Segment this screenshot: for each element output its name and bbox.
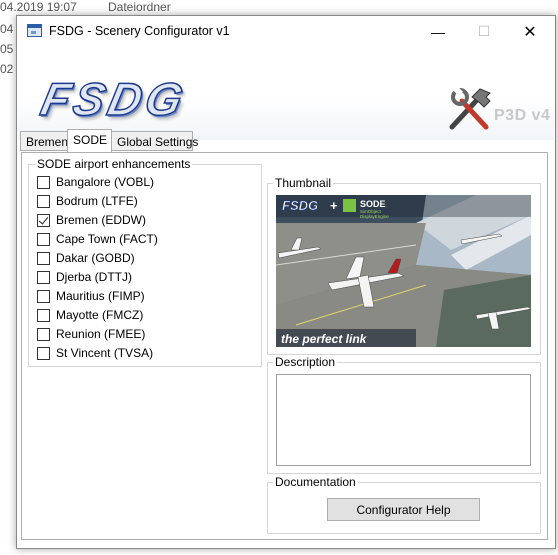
background-fragment-text: 04 — [0, 22, 14, 36]
thumbnail-caption: the perfect link — [281, 332, 368, 346]
airport-checkbox-reunion[interactable]: Reunion (FMEE) — [37, 325, 145, 343]
background-type-text: Dateiordner — [108, 0, 171, 14]
documentation-group-title: Documentation — [273, 475, 358, 489]
maximize-button: ☐ — [477, 23, 491, 39]
airport-label: Cape Town (FACT) — [56, 232, 158, 246]
airport-label: St Vincent (TVSA) — [56, 346, 154, 360]
tab-sode[interactable]: SODE — [67, 129, 112, 152]
airport-checkbox-mayotte[interactable]: Mayotte (FMCZ) — [37, 306, 143, 324]
checkbox[interactable] — [37, 270, 50, 284]
description-group-title: Description — [273, 355, 338, 369]
checkbox[interactable] — [37, 232, 50, 246]
airport-checkbox-djerba[interactable]: Djerba (DTTJ) — [37, 268, 132, 286]
sode-airports-group-title: SODE airport enhancements — [35, 157, 193, 171]
checkbox-checked[interactable] — [37, 213, 50, 227]
sode-tab-panel: SODE airport enhancements Bangalore (VOB… — [21, 152, 548, 540]
thumbnail-sode-subtitle: DisplayEngine — [360, 214, 389, 219]
thumbnail-fsdg-logo: FSDG — [282, 198, 318, 213]
fsdg-logo: FSDG — [36, 72, 192, 126]
tools-icon — [449, 86, 491, 130]
description-text-area[interactable] — [276, 374, 531, 466]
airport-label: Bangalore (VOBL) — [56, 175, 155, 189]
thumbnail-group-title: Thumbnail — [273, 176, 334, 190]
checkbox[interactable] — [37, 251, 50, 265]
airport-checkbox-bangalore[interactable]: Bangalore (VOBL) — [37, 173, 154, 191]
configurator-help-button[interactable]: Configurator Help — [327, 498, 480, 521]
sode-logo-icon — [343, 199, 356, 212]
thumbnail-image: FSDG + SODE SimObject DisplayEngine the … — [276, 195, 531, 347]
airport-checkbox-bremen[interactable]: Bremen (EDDW) — [37, 211, 146, 229]
airport-label: Mayotte (FMCZ) — [56, 308, 144, 322]
close-button[interactable]: ✕ — [507, 16, 553, 47]
p3d-version-label: P3D v4 — [494, 107, 551, 124]
window-title: FSDG - Scenery Configurator v1 — [49, 24, 230, 38]
background-fragment-text: 02 — [0, 62, 14, 76]
checkbox[interactable] — [37, 327, 50, 341]
background-date-text: 04.2019 19:07 — [0, 0, 77, 14]
background-fragment-text: 05 — [0, 42, 14, 56]
minimize-button[interactable]: — — [415, 16, 461, 47]
airport-label: Reunion (FMEE) — [56, 327, 146, 341]
checkbox[interactable] — [37, 289, 50, 303]
airport-label: Dakar (GOBD) — [56, 251, 135, 265]
thumbnail-sode-title: SODE — [360, 199, 386, 209]
checkbox[interactable] — [37, 175, 50, 189]
checkbox[interactable] — [37, 346, 50, 360]
airport-label: Djerba (DTTJ) — [56, 270, 133, 284]
airport-label: Bremen (EDDW) — [56, 213, 147, 227]
checkbox[interactable] — [37, 194, 50, 208]
header-banner: FSDG P3D v4 — [18, 47, 554, 140]
airport-checkbox-dakar[interactable]: Dakar (GOBD) — [37, 249, 135, 267]
checkbox[interactable] — [37, 308, 50, 322]
airport-label: Mauritius (FIMP) — [56, 289, 145, 303]
airport-checkbox-cape-town[interactable]: Cape Town (FACT) — [37, 230, 158, 248]
tab-bremen[interactable]: Bremen — [20, 131, 68, 151]
airport-label: Bodrum (LTFE) — [56, 194, 138, 208]
title-bar[interactable]: FSDG - Scenery Configurator v1 — ☐ ✕ — [17, 16, 555, 47]
configurator-window: FSDG - Scenery Configurator v1 — ☐ ✕ FSD… — [16, 15, 556, 549]
tab-global-settings[interactable]: Global Settings — [111, 131, 198, 151]
app-window-icon — [27, 24, 42, 37]
airport-checkbox-st-vincent[interactable]: St Vincent (TVSA) — [37, 344, 153, 362]
airport-checkbox-mauritius[interactable]: Mauritius (FIMP) — [37, 287, 145, 305]
airport-checkbox-bodrum[interactable]: Bodrum (LTFE) — [37, 192, 138, 210]
thumbnail-plus-sign: + — [330, 198, 338, 213]
